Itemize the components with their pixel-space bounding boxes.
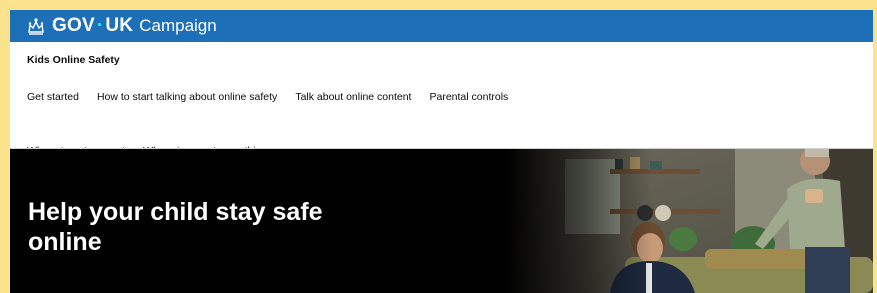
nav-item-parental-controls[interactable]: Parental controls (429, 90, 508, 104)
govuk-logo-link[interactable]: GOV · UK (52, 15, 133, 37)
crown-icon (28, 18, 44, 35)
nav-item-get-started[interactable]: Get started (27, 90, 79, 104)
brand-gov-text: GOV (52, 15, 95, 36)
brand-dot: · (96, 15, 104, 36)
hero-title: Help your child stay safe online (28, 198, 323, 256)
brand-uk-text: UK (105, 15, 134, 36)
hero-banner: Help your child stay safe online (10, 149, 873, 293)
hero-photo (505, 149, 873, 293)
govuk-header: GOV · UK Campaign (10, 10, 873, 42)
nav-item-talk-about-online-content[interactable]: Talk about online content (295, 90, 411, 104)
service-name-link[interactable]: Kids Online Safety (27, 54, 120, 66)
campaign-label: Campaign (139, 16, 217, 35)
nav-item-how-to-start-talking[interactable]: How to start talking about online safety (97, 90, 277, 104)
page-frame: GOV · UK Campaign Kids Online Safety Get s… (10, 10, 873, 293)
